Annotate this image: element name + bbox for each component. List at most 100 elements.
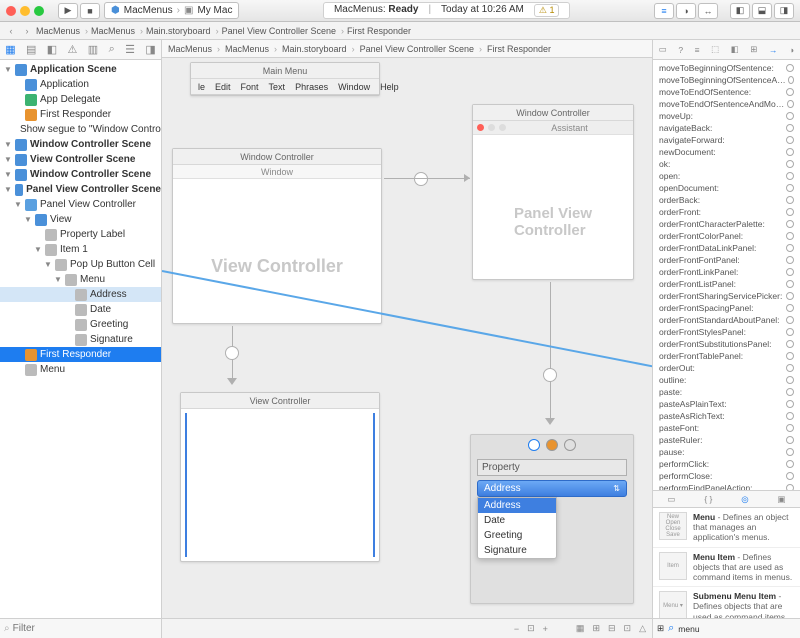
editor-assistant[interactable]: ◑	[676, 3, 696, 19]
nav-tab[interactable]: ▦	[5, 43, 15, 56]
nav-forward[interactable]: ›	[20, 26, 34, 36]
embed-icon[interactable]: ⊞	[592, 623, 600, 634]
action-row[interactable]: pasteAsPlainText:	[653, 398, 800, 410]
action-row[interactable]: open:	[653, 170, 800, 182]
breadcrumb-item[interactable]: First Responder	[347, 26, 419, 36]
connection-ring[interactable]	[786, 208, 794, 216]
action-row[interactable]: moveUp:	[653, 110, 800, 122]
action-row[interactable]: moveToEndOfSentence:	[653, 86, 800, 98]
tree-scene[interactable]: ▼Window Controller Scene	[0, 137, 161, 152]
tree-row[interactable]: App Delegate	[0, 92, 161, 107]
action-row[interactable]: orderFrontDataLinkPanel:	[653, 242, 800, 254]
connection-ring[interactable]	[786, 268, 794, 276]
tree-row[interactable]: ▼Menu	[0, 272, 161, 287]
connection-ring[interactable]	[786, 424, 794, 432]
connection-ring[interactable]	[787, 100, 794, 108]
nav-tab[interactable]: ⌕	[109, 43, 115, 56]
connection-ring[interactable]	[786, 160, 794, 168]
connection-ring[interactable]	[786, 256, 794, 264]
warning-badge[interactable]: ⚠ 1	[534, 4, 560, 17]
tree-row[interactable]: ▼Item 1	[0, 242, 161, 257]
connection-ring[interactable]	[786, 244, 794, 252]
action-row[interactable]: outline:	[653, 374, 800, 386]
action-row[interactable]: orderFrontStylesPanel:	[653, 326, 800, 338]
action-row[interactable]: orderFrontLinkPanel:	[653, 266, 800, 278]
menubar-item[interactable]: Edit	[210, 82, 236, 92]
popup-option[interactable]: Greeting	[478, 528, 556, 543]
breadcrumb-item[interactable]: MacMenus	[36, 26, 91, 36]
nav-tab[interactable]: ◧	[47, 43, 57, 56]
segue-icon[interactable]	[225, 346, 239, 360]
scene-dock[interactable]	[471, 435, 633, 455]
connection-ring[interactable]	[786, 172, 794, 180]
nav-tab[interactable]: ⚠	[68, 43, 78, 56]
action-row[interactable]: orderFrontListPanel:	[653, 278, 800, 290]
connection-ring[interactable]	[786, 124, 794, 132]
inspector-tabs[interactable]: ▭?≡⬚◧⊞→◑	[653, 40, 800, 60]
run-button[interactable]: ▶	[58, 3, 78, 19]
breadcrumb-item[interactable]: MacMenus	[91, 26, 146, 36]
menubar-item[interactable]: Text	[264, 82, 291, 92]
action-row[interactable]: orderFrontSpacingPanel:	[653, 302, 800, 314]
align-icon[interactable]: ⊟	[608, 623, 616, 634]
library-item[interactable]: Menu ▾Submenu Menu Item - Defines object…	[653, 587, 800, 618]
segue-icon[interactable]	[543, 368, 557, 382]
breadcrumb-item[interactable]: Main.storyboard	[282, 44, 358, 54]
action-row[interactable]: newDocument:	[653, 146, 800, 158]
breadcrumb-item[interactable]: Panel View Controller Scene	[222, 26, 347, 36]
resolve-icon[interactable]: △	[639, 623, 646, 634]
action-row[interactable]: performFindPanelAction:	[653, 482, 800, 490]
nav-tab[interactable]: ☰	[125, 43, 135, 56]
popup-option[interactable]: Address	[478, 498, 556, 513]
action-row[interactable]: pasteRuler:	[653, 434, 800, 446]
editor-standard[interactable]: ≡	[654, 3, 674, 19]
connection-ring[interactable]	[786, 400, 794, 408]
breadcrumb-item[interactable]: First Responder	[487, 44, 559, 54]
nav-tab[interactable]: ▥	[88, 43, 98, 56]
toggle-inspector[interactable]: ◨	[774, 3, 794, 19]
menubar-item[interactable]: le	[193, 82, 210, 92]
action-row[interactable]: orderFrontCharacterPalette:	[653, 218, 800, 230]
connection-ring[interactable]	[786, 376, 794, 384]
menubar-item[interactable]: Window	[333, 82, 375, 92]
action-row[interactable]: orderOut:	[653, 362, 800, 374]
close-icon[interactable]	[477, 124, 484, 131]
pin-icon[interactable]: ⊡	[624, 623, 632, 634]
connection-ring[interactable]	[786, 304, 794, 312]
connection-ring[interactable]	[786, 388, 794, 396]
action-row[interactable]: pause:	[653, 446, 800, 458]
navigator-tabs[interactable]: ▦▤◧⚠▥⌕☰◨	[0, 40, 161, 60]
connection-ring[interactable]	[786, 460, 794, 468]
library-item[interactable]: New Open Close SaveMenu - Defines an obj…	[653, 508, 800, 548]
connection-ring[interactable]	[786, 112, 794, 120]
tree-scene[interactable]: ▼Window Controller Scene	[0, 167, 161, 182]
window-zoom[interactable]	[34, 6, 44, 16]
library-tabs[interactable]: ▭{ }◎▣	[653, 490, 800, 508]
tree-row[interactable]: Greeting	[0, 317, 161, 332]
tree-row[interactable]: Application	[0, 77, 161, 92]
tree-row[interactable]: First Responder	[0, 347, 161, 362]
connection-ring[interactable]	[786, 328, 794, 336]
connections-actions[interactable]: moveToBeginningOfSentence:moveToBeginnin…	[653, 60, 800, 490]
connection-ring[interactable]	[786, 220, 794, 228]
connection-ring[interactable]	[786, 412, 794, 420]
action-row[interactable]: orderFrontSharingServicePicker:	[653, 290, 800, 302]
action-row[interactable]: orderFrontColorPanel:	[653, 230, 800, 242]
menubar-item[interactable]: Phrases	[290, 82, 333, 92]
segue-icon[interactable]	[414, 172, 428, 186]
connection-ring[interactable]	[786, 148, 794, 156]
tree-row[interactable]: ▼Pop Up Button Cell	[0, 257, 161, 272]
tree-scene[interactable]: ▼Application Scene	[0, 62, 161, 77]
action-row[interactable]: orderFrontStandardAboutPanel:	[653, 314, 800, 326]
main-menu-scene[interactable]: Main Menu leEditFontTextPhrasesWindowHel…	[190, 62, 380, 96]
grid-icon[interactable]: ⊞	[657, 623, 664, 634]
connection-ring[interactable]	[786, 364, 794, 372]
popup-button[interactable]: Address⇅ AddressDateGreetingSignature	[477, 480, 627, 497]
first-responder-icon[interactable]	[546, 439, 558, 451]
nav-tab[interactable]: ▤	[26, 43, 36, 56]
action-row[interactable]: performClose:	[653, 470, 800, 482]
connection-ring[interactable]	[786, 136, 794, 144]
view-controller-scene[interactable]: View Controller	[180, 392, 380, 562]
action-row[interactable]: openDocument:	[653, 182, 800, 194]
connection-ring[interactable]	[786, 448, 794, 456]
